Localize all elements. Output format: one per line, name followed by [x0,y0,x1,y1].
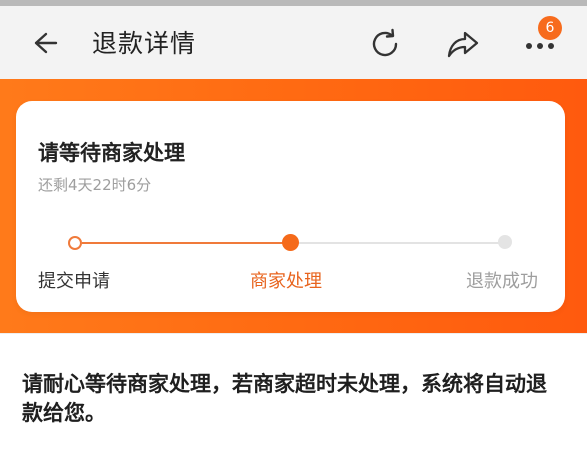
step-pending-dot [498,235,512,249]
step-label-submit: 提交申请 [38,271,110,292]
step-done-dot [68,236,82,250]
divider [0,333,587,334]
share-icon[interactable] [444,26,482,62]
refund-detail-page: 退款详情 6 请等待商家处理 还剩4天22时6分 提交申请 商家处理 退款成功 … [0,0,587,449]
step-label-merchant: 商家处理 [250,271,322,292]
header: 退款详情 6 [0,6,587,79]
back-arrow-icon[interactable] [26,26,60,60]
status-title: 请等待商家处理 [38,141,185,165]
refund-status-card: 请等待商家处理 还剩4天22时6分 提交申请 商家处理 退款成功 [16,101,565,312]
page-title: 退款详情 [92,29,197,58]
remaining-time: 还剩4天22时6分 [38,176,152,194]
step-label-success: 退款成功 [466,271,538,292]
step-current-dot [282,234,299,251]
refresh-icon[interactable] [368,26,404,62]
progress-line-completed [82,242,288,244]
progress-line-pending [298,242,506,244]
refund-notice: 请耐心等待商家处理，若商家超时未处理，系统将自动退款给您。 [22,372,547,425]
notification-badge: 6 [538,16,562,40]
